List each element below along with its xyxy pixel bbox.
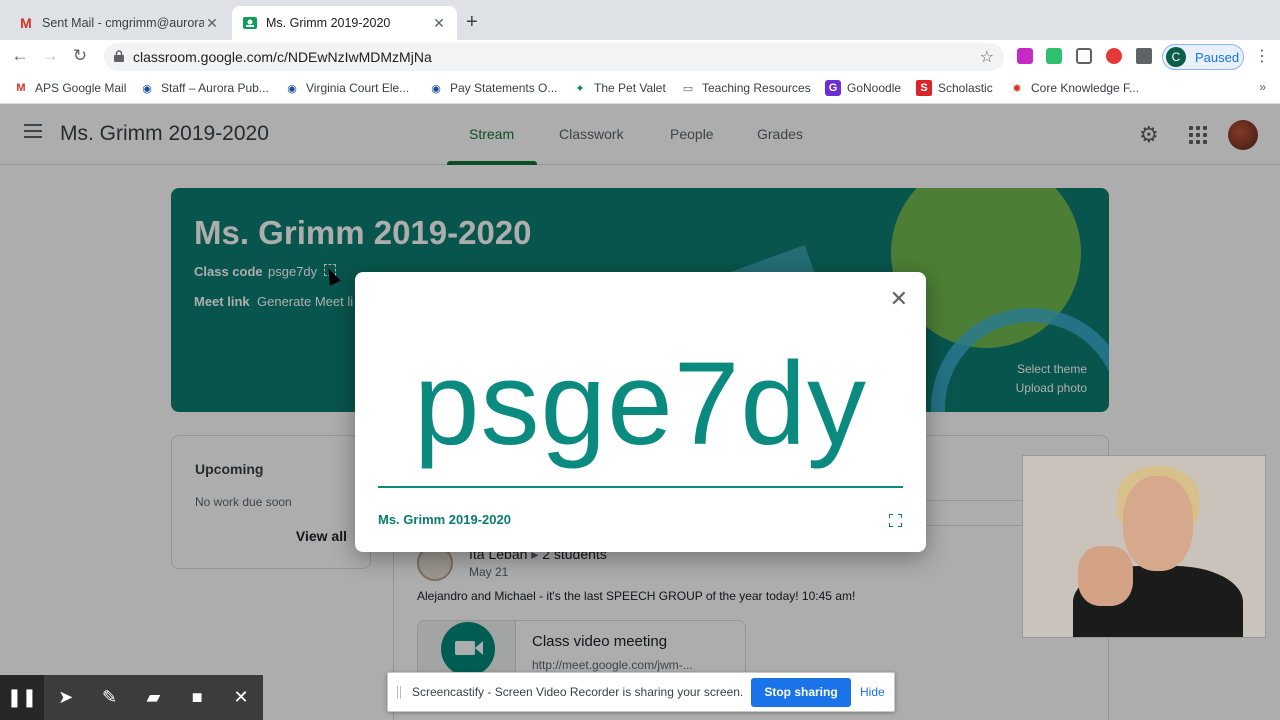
bookmark-item[interactable]: ◉ Virginia Court Ele... (284, 80, 409, 96)
bookmark-label: Scholastic (938, 81, 993, 95)
bookmark-label: Pay Statements O... (450, 81, 558, 95)
screen-share-bar: Screencastify - Screen Video Recorder is… (387, 672, 895, 712)
pointer-icon[interactable]: ➤ (44, 675, 88, 720)
bookmark-item[interactable]: S Scholastic (916, 80, 993, 96)
gmail-icon: M (20, 15, 32, 31)
close-icon[interactable]: ✕ (890, 288, 908, 310)
bookmarks-overflow-icon[interactable]: » (1259, 80, 1266, 94)
bookmark-label: GoNoodle (847, 81, 902, 95)
bookmark-item[interactable]: ✦ The Pet Valet (572, 80, 666, 96)
folder-icon: ▭ (682, 82, 694, 95)
stop-sharing-button[interactable]: Stop sharing (751, 678, 851, 707)
bookmark-item[interactable]: ▭ Teaching Resources (680, 80, 811, 96)
presenter-hand (1078, 546, 1133, 606)
tab-classroom[interactable]: Ms. Grimm 2019-2020 ✕ (232, 6, 457, 40)
paw-icon: ✦ (575, 82, 585, 95)
pen-icon[interactable]: ✎ (88, 675, 132, 720)
close-icon[interactable]: ✕ (431, 15, 447, 32)
bookmark-label: Core Knowledge F... (1031, 81, 1140, 95)
bookmark-label: The Pet Valet (594, 81, 666, 95)
tab-title: Sent Mail - cmgrimm@aurorak (42, 16, 204, 30)
new-tab-button[interactable]: + (466, 11, 478, 34)
puzzle-icon[interactable] (1136, 48, 1152, 64)
url-text: classroom.google.com/c/NDEwNzIwMDMzMjNa (133, 49, 432, 65)
bookmark-star-icon[interactable]: ☆ (980, 47, 994, 67)
extension-icon[interactable] (1076, 48, 1092, 64)
bookmark-item[interactable]: ◉ Staff – Aurora Pub... (139, 80, 269, 96)
star-icon: ✸ (1012, 82, 1022, 95)
gmail-icon: M (16, 82, 26, 94)
eraser-icon[interactable]: ▰ (131, 675, 175, 720)
profile-button[interactable]: C Paused (1162, 44, 1244, 70)
avatar: C (1166, 47, 1186, 67)
lock-icon (114, 50, 124, 62)
divider (378, 486, 903, 488)
bookmark-item[interactable]: G GoNoodle (825, 80, 901, 96)
shield-icon: ◉ (287, 82, 297, 95)
bookmark-item[interactable]: M APS Google Mail (13, 80, 126, 96)
bookmark-item[interactable]: ◉ Pay Statements O... (428, 80, 557, 96)
tab-sent-mail[interactable]: M Sent Mail - cmgrimm@aurorak ✕ (8, 6, 230, 40)
extension-icon[interactable] (1046, 48, 1062, 64)
bookmark-label: Virginia Court Ele... (306, 81, 410, 95)
gonoodle-icon: G (825, 80, 841, 96)
share-message: Screencastify - Screen Video Recorder is… (412, 685, 744, 699)
forward-icon[interactable]: → (40, 46, 60, 66)
webcam-feed (1022, 455, 1266, 638)
pause-icon[interactable]: ❚❚ (0, 675, 44, 720)
bookmark-label: Staff – Aurora Pub... (161, 81, 269, 95)
bookmark-item[interactable]: ✸ Core Knowledge F... (1009, 80, 1139, 96)
reload-icon[interactable]: ↻ (70, 46, 90, 66)
fullscreen-icon[interactable] (889, 514, 902, 527)
bookmark-label: Teaching Resources (702, 81, 811, 95)
screencastify-icon[interactable] (1106, 48, 1122, 64)
bookmark-label: APS Google Mail (35, 81, 127, 95)
presenter-face (1123, 476, 1193, 571)
class-code-display: psge7dy (413, 338, 868, 470)
class-code-dialog: ✕ psge7dy Ms. Grimm 2019-2020 (355, 272, 926, 552)
tab-strip: M Sent Mail - cmgrimm@aurorak ✕ Ms. Grim… (0, 0, 1280, 40)
classroom-icon (242, 15, 258, 31)
camera-icon[interactable]: ■ (175, 675, 219, 720)
tab-title: Ms. Grimm 2019-2020 (266, 16, 391, 30)
extension-icon[interactable] (1017, 48, 1033, 64)
shield-icon: ◉ (431, 82, 441, 95)
drag-handle-icon[interactable] (397, 686, 401, 699)
hide-button[interactable]: Hide (860, 685, 885, 699)
screencastify-toolbar: ❚❚ ➤ ✎ ▰ ■ ✕ (0, 675, 263, 720)
close-icon[interactable]: ✕ (219, 675, 263, 720)
scholastic-icon: S (916, 80, 932, 96)
dialog-class-name: Ms. Grimm 2019-2020 (378, 512, 511, 527)
address-bar[interactable]: classroom.google.com/c/NDEwNzIwMDMzMjNa … (104, 43, 1004, 71)
back-icon[interactable]: ← (10, 46, 30, 66)
shield-icon: ◉ (142, 82, 152, 95)
bookmarks-bar: M APS Google Mail ◉ Staff – Aurora Pub... … (0, 72, 1280, 104)
browser-toolbar: ← → ↻ classroom.google.com/c/NDEwNzIwMDM… (0, 40, 1280, 72)
profile-status: Paused (1195, 49, 1240, 65)
close-icon[interactable]: ✕ (204, 15, 220, 32)
more-icon[interactable]: ⋮ (1254, 46, 1270, 66)
